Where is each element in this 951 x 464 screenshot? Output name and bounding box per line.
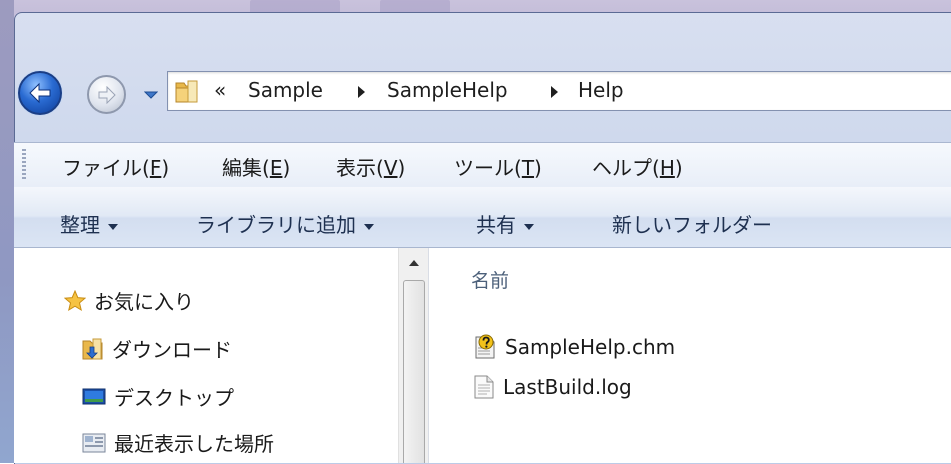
- menu-bar: ファイル(F) 編集(E) 表示(V) ツール(T) ヘルプ(H): [14, 142, 951, 188]
- scroll-up-arrow-icon: [409, 260, 419, 266]
- nav-item-downloads[interactable]: ダウンロード: [82, 334, 232, 363]
- file-list: 名前 SampleHelp.chm LastBuild.log: [437, 248, 951, 463]
- chm-help-file-icon: [475, 334, 495, 359]
- breadcrumb-arrow-icon[interactable]: [358, 86, 365, 98]
- window-frame-left: [0, 0, 14, 463]
- chevron-down-icon: [108, 223, 118, 230]
- back-arrow-icon: [29, 82, 51, 104]
- address-segment-samplehelp[interactable]: SampleHelp: [387, 77, 508, 103]
- breadcrumb-arrow-icon[interactable]: [551, 86, 558, 98]
- nav-item-label: 最近表示した場所: [114, 432, 274, 456]
- address-segment-sample[interactable]: Sample: [248, 77, 323, 103]
- address-bar[interactable]: « Sample SampleHelp Help: [167, 71, 951, 111]
- nav-item-label: ダウンロード: [112, 338, 232, 362]
- pane-splitter[interactable]: [428, 248, 437, 463]
- forward-arrow-icon: [98, 85, 116, 104]
- file-name: LastBuild.log: [503, 375, 632, 399]
- command-bar: 整理 ライブラリに追加 共有 新しいフォルダー: [14, 187, 951, 248]
- menu-tools[interactable]: ツール(T): [454, 152, 542, 181]
- scroll-thumb[interactable]: [403, 280, 425, 463]
- address-segment-help[interactable]: Help: [578, 77, 624, 103]
- menu-file[interactable]: ファイル(F): [62, 152, 169, 181]
- add-to-library-button[interactable]: ライブラリに追加: [196, 209, 374, 238]
- text-file-icon: [474, 375, 494, 399]
- chevron-down-icon: [524, 223, 534, 230]
- nav-item-favorites[interactable]: お気に入り: [64, 286, 194, 315]
- column-header-name[interactable]: 名前: [471, 266, 509, 293]
- forward-button[interactable]: [87, 75, 126, 114]
- star-icon: [64, 289, 86, 311]
- folder-icon: [175, 80, 198, 103]
- desktop-icon: [82, 388, 106, 404]
- nav-pane-scrollbar[interactable]: [398, 248, 429, 463]
- chevron-down-icon: [364, 223, 374, 230]
- menu-grip: [22, 149, 26, 181]
- nav-item-desktop[interactable]: デスクトップ: [82, 382, 234, 411]
- menu-view[interactable]: 表示(V): [336, 152, 405, 181]
- back-button[interactable]: [18, 71, 62, 115]
- navigation-pane: お気に入り ダウンロード デスクトップ 最近表示した場所: [14, 248, 398, 463]
- file-item[interactable]: LastBuild.log: [473, 374, 632, 400]
- recent-pages-dropdown-icon[interactable]: [144, 90, 158, 100]
- nav-item-label: お気に入り: [94, 290, 194, 314]
- menu-edit[interactable]: 編集(E): [222, 152, 290, 181]
- recent-places-icon: [82, 433, 106, 452]
- share-button[interactable]: 共有: [476, 209, 534, 238]
- organize-button[interactable]: 整理: [60, 209, 118, 238]
- address-overflow-chevron[interactable]: «: [214, 77, 226, 103]
- file-name: SampleHelp.chm: [505, 335, 676, 359]
- file-item[interactable]: SampleHelp.chm: [473, 334, 675, 360]
- menu-help[interactable]: ヘルプ(H): [592, 152, 683, 181]
- new-folder-button[interactable]: 新しいフォルダー: [612, 209, 772, 238]
- nav-item-recent-places[interactable]: 最近表示した場所: [82, 428, 274, 457]
- downloads-folder-icon: [82, 338, 103, 359]
- nav-item-label: デスクトップ: [114, 386, 234, 410]
- scroll-up-button[interactable]: [399, 248, 429, 278]
